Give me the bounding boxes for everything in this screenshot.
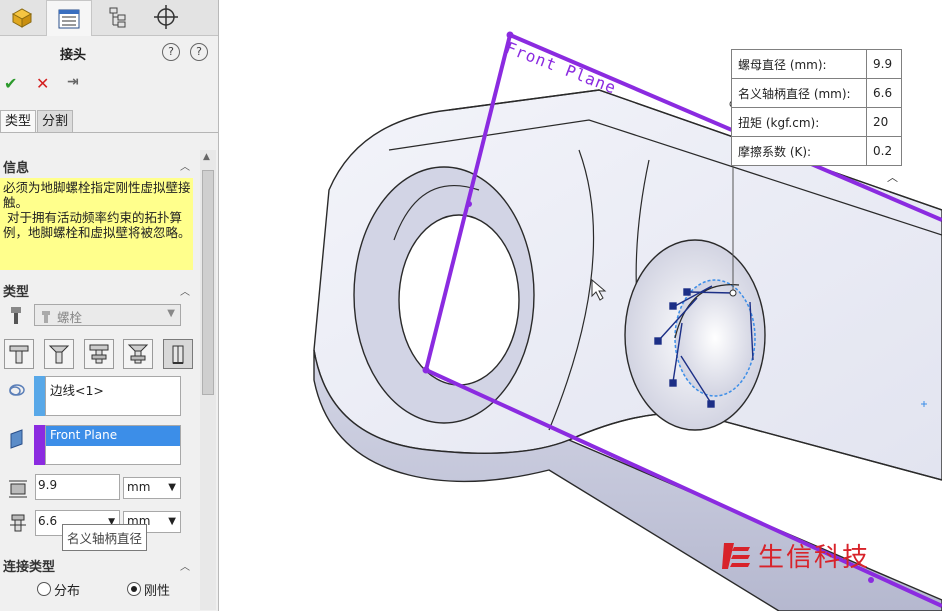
table-row: 螺母直径 (mm): 9.9 xyxy=(731,49,902,79)
radio-rigid[interactable] xyxy=(127,582,141,596)
property-manager-icon xyxy=(58,9,80,28)
check-icon: ✔ xyxy=(4,74,18,93)
selection-color-stripe xyxy=(34,425,45,465)
info-text: 必须为地脚螺栓指定刚性虚拟壁接触。 对于拥有活动频率约束的拓扑算例，地脚螺栓和虚… xyxy=(3,180,191,240)
divider xyxy=(0,132,218,133)
connection-type-header: 连接类型 xyxy=(3,560,56,575)
bolt-type-value: 螺栓 xyxy=(56,310,82,325)
prop-value: 20 xyxy=(866,107,902,137)
plane-selection-box[interactable]: Front Plane xyxy=(45,425,181,465)
shank-diameter-icon xyxy=(10,514,26,532)
selection-color-stripe xyxy=(34,376,45,416)
standard-bolt-button[interactable] xyxy=(4,339,34,369)
pin-icon: ⇥ xyxy=(67,74,79,90)
prop-label: 扭矩 (kgf.cm): xyxy=(731,107,867,137)
feature-title: 接头 xyxy=(60,48,87,63)
scroll-up-icon[interactable]: ▲ xyxy=(203,152,210,162)
crosshair-icon xyxy=(154,5,178,29)
radio-selected-dot xyxy=(131,586,137,592)
countersunk-bolt-icon xyxy=(48,345,70,364)
plane-selection-item[interactable]: Front Plane xyxy=(46,426,180,446)
nut-bolt-button[interactable] xyxy=(84,339,114,369)
bolt-icon xyxy=(42,311,50,323)
nut-diameter-unit-select[interactable]: mm ▼ xyxy=(123,477,181,499)
edge-selection-box[interactable]: 边线<1> xyxy=(45,376,181,416)
ok-button[interactable]: ✔ xyxy=(4,74,17,93)
bolt-icon xyxy=(11,307,21,324)
watermark-logo-icon xyxy=(722,542,750,569)
unit-value: mm xyxy=(127,480,151,494)
info-header: 信息 xyxy=(3,161,30,176)
close-icon: ✕ xyxy=(36,74,50,93)
radio-distributed-label[interactable]: 分布 xyxy=(54,580,80,599)
tooltip: 名义轴柄直径 xyxy=(62,524,148,551)
prop-label: 名义轴柄直径 (mm): xyxy=(731,78,867,108)
radio-rigid-label[interactable]: 刚性 xyxy=(144,580,170,599)
nut-bolt-icon xyxy=(89,344,109,364)
countersunk-bolt-button[interactable] xyxy=(44,339,74,369)
collapse-icon[interactable]: ︿ xyxy=(180,558,190,573)
subtab-type[interactable]: 类型 xyxy=(0,110,37,133)
tab-dimxpert[interactable] xyxy=(144,0,188,34)
plane-icon xyxy=(10,429,23,449)
watermark: 生信科技 xyxy=(720,537,870,574)
countersunk-nut-icon xyxy=(127,344,149,364)
type-header: 类型 xyxy=(3,285,30,300)
tab-property-manager[interactable] xyxy=(46,0,92,36)
svg-text:︿: ︿ xyxy=(887,171,898,184)
prop-value: 9.9 xyxy=(866,49,902,79)
foundation-bolt-button[interactable] xyxy=(163,339,193,369)
configuration-icon xyxy=(109,7,126,28)
cancel-button[interactable]: ✕ xyxy=(36,74,49,93)
help-icon[interactable]: ? xyxy=(162,43,180,61)
table-row: 扭矩 (kgf.cm): 20 xyxy=(731,107,902,137)
nut-diameter-input[interactable]: 9.9 xyxy=(35,474,120,500)
edge-selection-item[interactable]: 边线<1> xyxy=(46,377,180,402)
prop-value: 6.6 xyxy=(866,78,902,108)
info-message: 必须为地脚螺栓指定刚性虚拟壁接触。 对于拥有活动频率约束的拓扑算例，地脚螺栓和虚… xyxy=(0,178,193,270)
radio-distributed[interactable] xyxy=(37,582,51,596)
panel-scrollbar[interactable]: ▲ xyxy=(200,150,216,610)
collapse-icon[interactable]: ︿ xyxy=(180,158,190,173)
standard-bolt-icon xyxy=(9,345,29,364)
foundation-bolt-icon xyxy=(172,345,184,364)
edge-icon xyxy=(9,384,25,396)
tab-configuration[interactable] xyxy=(96,0,140,34)
tab-feature-tree[interactable] xyxy=(0,0,44,34)
shank-diameter-value: 6.6 xyxy=(38,514,58,528)
prop-label: 摩擦系数 (K): xyxy=(731,136,867,166)
help-icon[interactable]: ? xyxy=(190,43,208,61)
chevron-down-icon: ▼ xyxy=(168,516,176,527)
chevron-down-icon: ▼ xyxy=(167,308,175,319)
bolt-properties-callout: 螺母直径 (mm): 9.9 名义轴柄直径 (mm): 6.6 扭矩 (kgf.… xyxy=(731,49,902,166)
bolt-type-select[interactable]: 螺栓 ▼ xyxy=(34,304,181,326)
part-icon xyxy=(11,8,33,28)
subtab-split[interactable]: 分割 xyxy=(37,110,74,133)
prop-value: 0.2 xyxy=(866,136,902,166)
collapse-icon[interactable]: ︿ xyxy=(180,283,190,298)
table-row: 摩擦系数 (K): 0.2 xyxy=(731,136,902,166)
scrollbar-thumb[interactable] xyxy=(202,170,214,395)
chevron-down-icon: ▼ xyxy=(168,482,176,493)
table-row: 名义轴柄直径 (mm): 6.6 xyxy=(731,78,902,108)
nut-diameter-icon xyxy=(9,480,27,498)
watermark-text: 生信科技 xyxy=(758,543,871,573)
manager-tabs xyxy=(0,0,218,36)
prop-label: 螺母直径 (mm): xyxy=(731,49,867,79)
pin-button[interactable]: ⇥ xyxy=(67,74,79,90)
property-manager: 接头 ? ? ✔ ✕ ⇥ 类型 分割 信息 ︿ 必须为地脚螺栓指定刚性虚拟壁接触… xyxy=(0,0,219,611)
countersunk-nut-button[interactable] xyxy=(123,339,153,369)
